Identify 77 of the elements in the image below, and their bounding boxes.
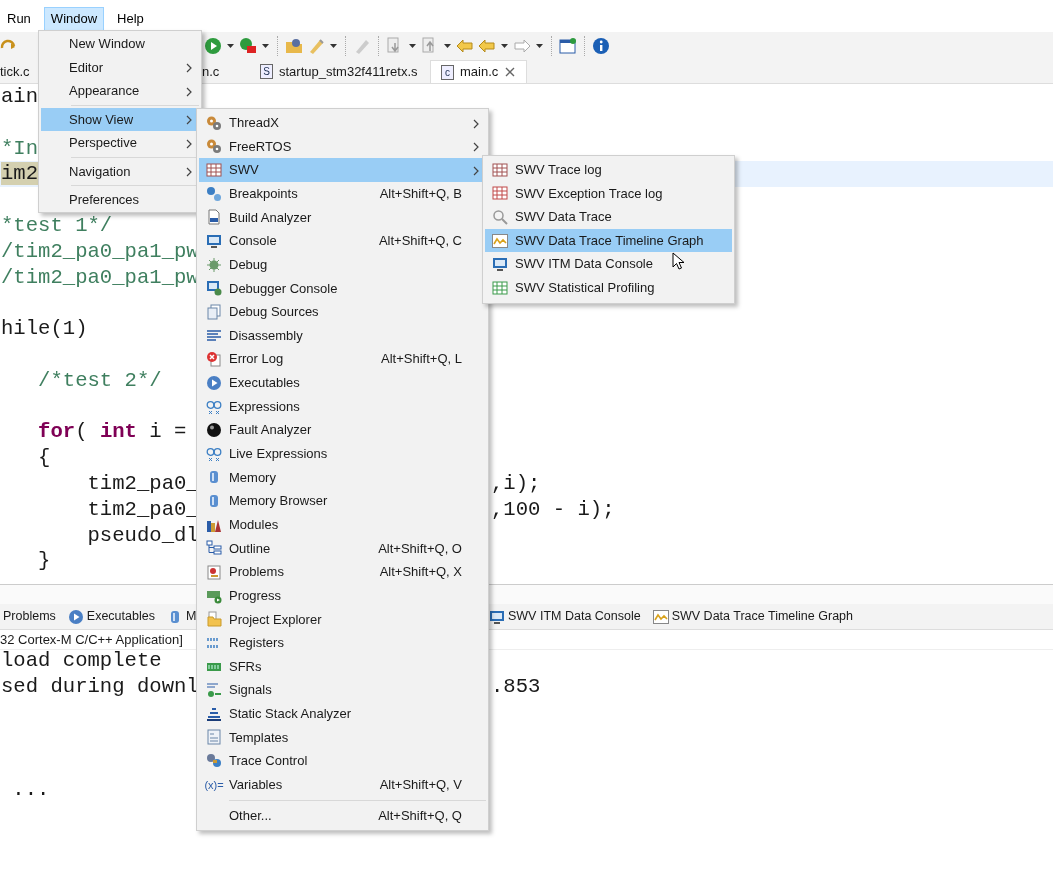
view-tab[interactable]: M <box>166 607 197 626</box>
code-line: /tim2_pa0_pa1_pw <box>1 238 199 265</box>
menu-item[interactable]: Trace Control <box>199 749 486 773</box>
menu-item[interactable]: Navigation <box>41 159 199 183</box>
menu-item[interactable]: Other... Alt+Shift+Q, Q <box>199 803 486 828</box>
code-line: *In <box>1 135 39 162</box>
menu-item[interactable]: FreeRTOS <box>199 134 486 159</box>
menu-item[interactable]: Console Alt+Shift+Q, C <box>199 229 486 253</box>
menu-item[interactable]: Executables <box>199 371 486 395</box>
menu-item[interactable]: Debugger Console <box>199 276 486 301</box>
menu-item[interactable]: Progress <box>199 583 486 608</box>
menu-bar-item[interactable]: Run <box>0 7 38 31</box>
menu-bar-item[interactable]: Window <box>43 7 105 31</box>
code-line: ain <box>1 84 39 110</box>
menu-item[interactable]: Debug <box>199 252 486 277</box>
menu-bar-item[interactable]: Help <box>110 7 151 31</box>
console-line: .853 <box>491 673 541 700</box>
menu-item[interactable]: Project Explorer <box>199 607 486 632</box>
variables-icon: (x)= <box>204 776 224 793</box>
tab-label: main.c <box>460 63 499 82</box>
code-line: { <box>37 445 51 471</box>
menu-item[interactable]: SWV Statistical Profiling <box>485 275 732 300</box>
menu-item[interactable]: Memory Browser <box>199 489 486 513</box>
menu-item[interactable]: Templates <box>199 725 486 750</box>
file-icon: c <box>441 64 454 80</box>
menu-item[interactable]: SWV Trace log <box>485 158 732 182</box>
console-line: ... <box>11 777 50 801</box>
menu-item[interactable]: (x)= Variables Alt+Shift+Q, V <box>199 772 486 797</box>
menu-item[interactable]: Error Log Alt+Shift+Q, L <box>199 347 486 372</box>
code-line: for( int i = <box>37 419 187 446</box>
menu-item[interactable]: Breakpoints Alt+Shift+Q, B <box>199 181 486 206</box>
view-tab[interactable]: SWV ITM Data Console <box>489 607 641 626</box>
console-line: load complete <box>1 648 162 674</box>
file-icon: S <box>260 64 273 79</box>
menu-item[interactable]: New Window <box>41 32 199 56</box>
view-tab[interactable]: SWV Data Trace Timeline Graph <box>652 607 853 626</box>
menu-item[interactable]: Editor <box>41 55 199 79</box>
menu-item[interactable]: Problems Alt+Shift+Q, X <box>199 560 486 584</box>
code-line: hile(1) <box>1 316 88 342</box>
menu-item[interactable]: Static Stack Analyzer <box>199 702 486 726</box>
menu-item[interactable]: SWV Exception Trace log <box>485 181 732 206</box>
menu-item[interactable]: Expressions <box>199 394 486 419</box>
console-line: sed during downl <box>1 673 199 700</box>
menu-item[interactable]: Outline Alt+Shift+Q, O <box>199 536 486 561</box>
code-line: *test 1*/ <box>1 213 113 239</box>
menu-item[interactable]: Debug Sources <box>199 300 486 324</box>
menu-item[interactable]: Fault Analyzer <box>199 418 486 442</box>
code-line: /*test 2*/ <box>37 367 162 394</box>
code-line: tim2_pa0_ <box>86 496 199 523</box>
menu-item[interactable]: Signals <box>199 678 486 702</box>
menu-item[interactable]: ThreadX <box>199 111 486 135</box>
menu-item[interactable]: Live Expressions <box>199 441 486 466</box>
code-line: } <box>37 548 51 575</box>
menu-item[interactable]: Build Analyzer <box>199 205 486 230</box>
menu-item[interactable]: Disassembly <box>199 323 486 348</box>
menu-item[interactable]: SFRs <box>199 654 486 679</box>
menu-item[interactable]: SWV Data Trace Timeline Graph <box>485 228 732 253</box>
code-line: ,100 - i); <box>491 496 615 523</box>
menu-item[interactable]: Perspective <box>41 131 199 155</box>
code-line: ,i); <box>491 470 541 497</box>
tab-label: n.c <box>202 62 220 81</box>
menu-item[interactable]: Appearance <box>41 79 199 103</box>
editor-tab[interactable]: c main.c <box>430 60 528 83</box>
tab-label: startup_stm32f411retx.s <box>279 62 418 81</box>
menu-item[interactable]: Memory <box>199 465 486 490</box>
code-line: /tim2_pa0_pa1_pw <box>1 264 199 291</box>
editor-tab[interactable]: S startup_stm32f411retx.s <box>250 60 430 83</box>
code-line: tim2_pa0_ <box>86 470 199 497</box>
code-line: pseudo_dl <box>86 522 199 549</box>
view-tab[interactable]: Executables <box>67 607 155 626</box>
view-tab[interactable]: Problems <box>3 607 56 626</box>
menu-item[interactable]: SWV ITM Data Console <box>485 252 732 276</box>
menu-item[interactable]: SWV Data Trace <box>485 205 732 229</box>
menu-item[interactable]: Modules <box>199 512 486 537</box>
editor-tab[interactable]: n.c <box>202 60 250 83</box>
menu-item[interactable]: Preferences <box>41 188 199 212</box>
menu-item[interactable]: Show View <box>41 107 199 131</box>
